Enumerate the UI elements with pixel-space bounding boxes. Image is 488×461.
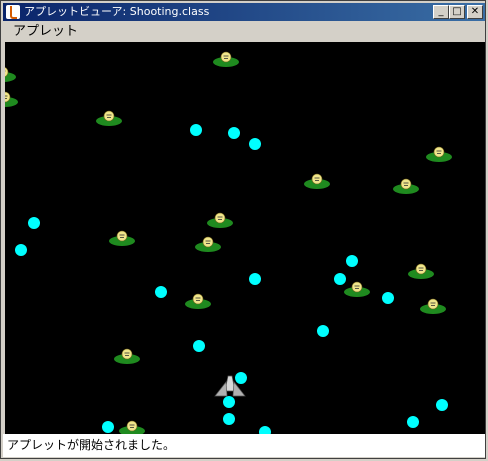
enemy-saucer <box>114 348 140 364</box>
bullet <box>436 399 448 411</box>
bullet <box>259 426 271 434</box>
ship-right-wing <box>232 381 246 397</box>
bullet <box>249 138 261 150</box>
enemy-saucer <box>304 173 330 189</box>
menu-applet[interactable]: アプレット <box>13 24 78 39</box>
maximize-button[interactable]: □ <box>449 5 465 19</box>
bullet <box>223 413 235 425</box>
enemy-saucer <box>96 110 122 126</box>
bullet <box>102 421 114 433</box>
close-button[interactable]: ✕ <box>467 5 483 19</box>
enemy-saucer <box>5 91 18 107</box>
enemy-saucer <box>408 263 434 279</box>
bullet <box>28 217 40 229</box>
enemy-saucer <box>109 230 135 246</box>
bullet <box>346 255 358 267</box>
bullet <box>15 244 27 256</box>
bullet <box>407 416 419 428</box>
enemy-saucer <box>426 146 452 162</box>
enemy-saucer <box>393 178 419 194</box>
enemy-saucer <box>5 67 16 82</box>
enemy-saucer <box>195 236 221 252</box>
bullet <box>193 340 205 352</box>
java-icon <box>6 5 20 19</box>
enemy-saucer <box>344 281 370 297</box>
enemy-saucer <box>420 298 446 314</box>
status-text: アプレットが開始されました。 <box>7 438 176 452</box>
bullet <box>155 286 167 298</box>
bullet <box>334 273 346 285</box>
enemy-saucer <box>213 51 239 67</box>
bullet <box>382 292 394 304</box>
bullet <box>228 127 240 139</box>
bullet <box>249 273 261 285</box>
ship-left-wing <box>214 381 228 397</box>
title-bar[interactable]: アプレットビューア: Shooting.class _ □ ✕ <box>3 3 485 21</box>
applet-viewer-window: アプレットビューア: Shooting.class _ □ ✕ アプレット アプ… <box>0 0 486 459</box>
bullet <box>190 124 202 136</box>
game-canvas[interactable] <box>5 42 485 434</box>
bullet <box>235 372 247 384</box>
status-bar: アプレットが開始されました。 <box>3 434 485 457</box>
game-scene <box>5 51 452 434</box>
enemy-saucer <box>207 212 233 228</box>
bullet <box>223 396 235 408</box>
menu-bar: アプレット <box>3 22 485 41</box>
enemy-saucer <box>119 420 145 434</box>
minimize-button[interactable]: _ <box>433 5 449 19</box>
window-title: アプレットビューア: Shooting.class <box>24 5 210 18</box>
bullet <box>317 325 329 337</box>
enemy-saucer <box>185 293 211 309</box>
